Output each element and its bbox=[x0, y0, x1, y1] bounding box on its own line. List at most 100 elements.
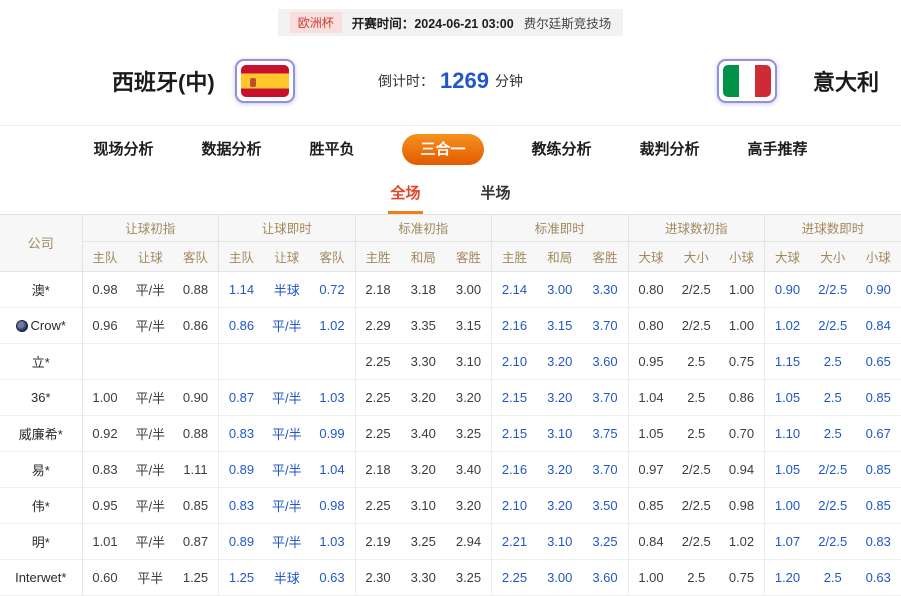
odds-cell: 3.10 bbox=[446, 343, 492, 379]
tab-full-match[interactable]: 全场 bbox=[388, 176, 422, 214]
odds-cell: 3.00 bbox=[446, 271, 492, 307]
odds-cell: 0.63 bbox=[310, 559, 356, 595]
company-logo-icon bbox=[16, 320, 28, 332]
odds-table: 公司让球初指让球即时标准初指标准即时进球数初指进球数即时主队让球客队主队让球客队… bbox=[0, 215, 901, 596]
nav-item-data-analysis[interactable]: 数据分析 bbox=[201, 142, 261, 157]
odds-cell: 2/2.5 bbox=[810, 523, 856, 559]
odds-cell: 0.80 bbox=[628, 271, 674, 307]
company-cell[interactable]: 澳* bbox=[0, 271, 82, 307]
col-sub-handicap-initial-2: 客队 bbox=[173, 241, 219, 271]
odds-cell: 平/半 bbox=[128, 415, 174, 451]
odds-cell: 0.80 bbox=[628, 307, 674, 343]
odds-cell: 0.95 bbox=[628, 343, 674, 379]
odds-cell: 2.5 bbox=[810, 415, 856, 451]
company-cell[interactable]: 易* bbox=[0, 451, 82, 487]
odds-cell: 1.15 bbox=[765, 343, 811, 379]
kickoff-value: 2024-06-21 03:00 bbox=[414, 17, 513, 31]
odds-cell: 2.18 bbox=[355, 271, 401, 307]
odds-cell bbox=[128, 343, 174, 379]
odds-cell: 2.10 bbox=[492, 343, 538, 379]
league-badge[interactable]: 欧洲杯 bbox=[290, 12, 342, 33]
odds-cell: 3.40 bbox=[401, 415, 447, 451]
odds-cell: 2.5 bbox=[810, 343, 856, 379]
odds-cell: 3.75 bbox=[583, 415, 629, 451]
odds-cell: 平/半 bbox=[128, 307, 174, 343]
company-cell[interactable]: Crow* bbox=[0, 307, 82, 343]
col-group-goals-initial: 进球数初指 bbox=[628, 215, 765, 241]
odds-cell: 3.25 bbox=[446, 559, 492, 595]
odds-cell: 2/2.5 bbox=[674, 307, 720, 343]
odds-cell: 2/2.5 bbox=[810, 271, 856, 307]
nav-item-win-draw-lose[interactable]: 胜平负 bbox=[309, 142, 354, 157]
odds-cell: 0.97 bbox=[628, 451, 674, 487]
odds-cell: 0.87 bbox=[173, 523, 219, 559]
odds-cell: 0.89 bbox=[219, 523, 265, 559]
odds-cell: 平/半 bbox=[128, 523, 174, 559]
nav-item-referee-analysis[interactable]: 裁判分析 bbox=[640, 142, 700, 157]
odds-cell: 0.75 bbox=[719, 559, 765, 595]
odds-cell: 1.11 bbox=[173, 451, 219, 487]
table-row: 易*0.83平/半1.110.89平/半1.042.183.203.402.16… bbox=[0, 451, 901, 487]
col-group-handicap-live: 让球即时 bbox=[219, 215, 356, 241]
odds-cell: 3.20 bbox=[401, 451, 447, 487]
odds-cell: 2.25 bbox=[355, 415, 401, 451]
odds-cell: 3.70 bbox=[583, 451, 629, 487]
company-cell[interactable]: 明* bbox=[0, 523, 82, 559]
col-sub-standard-live-2: 客胜 bbox=[583, 241, 629, 271]
nav-item-live-analysis[interactable]: 现场分析 bbox=[93, 142, 153, 157]
kickoff-label: 开赛时间： bbox=[352, 17, 415, 31]
odds-cell: 2/2.5 bbox=[674, 451, 720, 487]
match-info-strip: 欧洲杯 开赛时间：2024-06-21 03:00 费尔廷斯竞技场 bbox=[278, 9, 623, 36]
odds-cell: 2.16 bbox=[492, 451, 538, 487]
odds-cell: 2.16 bbox=[492, 307, 538, 343]
odds-cell: 3.18 bbox=[401, 271, 447, 307]
nav-item-expert-picks[interactable]: 高手推荐 bbox=[748, 142, 808, 157]
col-group-handicap-initial: 让球初指 bbox=[82, 215, 219, 241]
company-cell[interactable]: 36* bbox=[0, 379, 82, 415]
col-sub-handicap-initial-0: 主队 bbox=[82, 241, 128, 271]
odds-cell: 3.15 bbox=[446, 307, 492, 343]
col-group-standard-initial: 标准初指 bbox=[355, 215, 492, 241]
col-sub-goals-live-0: 大球 bbox=[765, 241, 811, 271]
odds-cell: 0.89 bbox=[219, 451, 265, 487]
table-row: Crow*0.96平/半0.860.86平/半1.022.293.353.152… bbox=[0, 307, 901, 343]
company-cell[interactable]: 威廉希* bbox=[0, 415, 82, 451]
scope-tabs: 全场 半场 bbox=[0, 172, 901, 215]
odds-cell: 平/半 bbox=[264, 523, 310, 559]
odds-cell: 2.5 bbox=[674, 559, 720, 595]
odds-cell bbox=[310, 343, 356, 379]
odds-cell: 3.50 bbox=[583, 487, 629, 523]
col-sub-standard-live-0: 主胜 bbox=[492, 241, 538, 271]
match-info-bar: 欧洲杯 开赛时间：2024-06-21 03:00 费尔廷斯竞技场 bbox=[0, 9, 901, 36]
nav-item-coach-analysis[interactable]: 教练分析 bbox=[532, 142, 592, 157]
odds-cell: 2.18 bbox=[355, 451, 401, 487]
odds-cell: 0.86 bbox=[219, 307, 265, 343]
odds-cell: 1.02 bbox=[765, 307, 811, 343]
odds-cell: 0.83 bbox=[219, 487, 265, 523]
odds-cell: 0.84 bbox=[628, 523, 674, 559]
odds-cell: 平/半 bbox=[264, 379, 310, 415]
tab-half-match[interactable]: 半场 bbox=[479, 176, 513, 214]
odds-cell: 平/半 bbox=[264, 415, 310, 451]
odds-cell: 0.98 bbox=[310, 487, 356, 523]
odds-cell: 2.25 bbox=[492, 559, 538, 595]
odds-cell: 1.03 bbox=[310, 523, 356, 559]
odds-cell bbox=[264, 343, 310, 379]
odds-cell: 3.70 bbox=[583, 307, 629, 343]
odds-cell: 3.15 bbox=[537, 307, 583, 343]
odds-cell: 1.04 bbox=[628, 379, 674, 415]
odds-cell: 0.85 bbox=[628, 487, 674, 523]
col-sub-goals-initial-0: 大球 bbox=[628, 241, 674, 271]
company-cell[interactable]: 立* bbox=[0, 343, 82, 379]
company-cell[interactable]: Interwet* bbox=[0, 559, 82, 595]
odds-cell: 2.15 bbox=[492, 379, 538, 415]
italy-flag-icon bbox=[723, 65, 771, 97]
odds-cell: 1.00 bbox=[765, 487, 811, 523]
odds-cell: 3.20 bbox=[537, 343, 583, 379]
nav-item-three-in-one[interactable]: 三合一 bbox=[402, 134, 483, 165]
odds-cell: 0.63 bbox=[856, 559, 901, 595]
odds-cell: 2.5 bbox=[674, 343, 720, 379]
table-row: 明*1.01平/半0.870.89平/半1.032.193.252.942.21… bbox=[0, 523, 901, 559]
company-cell[interactable]: 伟* bbox=[0, 487, 82, 523]
col-sub-standard-initial-2: 客胜 bbox=[446, 241, 492, 271]
